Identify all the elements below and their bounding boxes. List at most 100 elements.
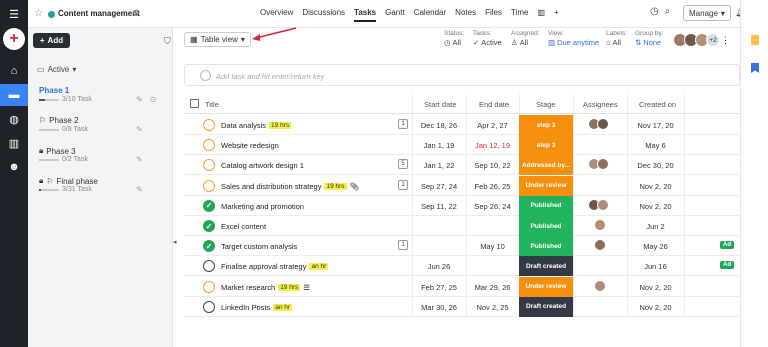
- tab-gantt[interactable]: Gantt: [385, 8, 405, 22]
- stage-badge[interactable]: Published: [519, 195, 573, 216]
- tab-time[interactable]: Time: [511, 8, 528, 22]
- table-row[interactable]: Website redesign Jan 1, 19 Jan 12, 19 step …: [184, 135, 740, 156]
- people-icon[interactable]: ☻: [0, 156, 28, 178]
- edit-icon[interactable]: ✎: [136, 155, 143, 164]
- assignee-avatars[interactable]: [588, 158, 609, 171]
- edit-icon[interactable]: ✎: [136, 95, 143, 104]
- reports-icon[interactable]: ▥: [0, 132, 28, 154]
- tab-discussions[interactable]: Discussions: [302, 8, 345, 22]
- task-name[interactable]: Excel content: [221, 222, 266, 231]
- stage-badge[interactable]: Under review: [519, 175, 573, 196]
- end-date[interactable]: Nov 2, 25: [466, 303, 519, 312]
- tab-tasks[interactable]: Tasks: [354, 8, 377, 22]
- stage-badge[interactable]: Published: [519, 216, 573, 236]
- task-name[interactable]: Sales and distribution strategy 19 hrs 📎︎: [221, 182, 359, 191]
- tab-files[interactable]: Files: [485, 8, 502, 22]
- column-end-date[interactable]: End date: [479, 100, 509, 109]
- table-row[interactable]: Catalog artwork design 1 5 Jan 1, 22 Sep 10…: [184, 155, 740, 176]
- start-date[interactable]: Feb 27, 25: [412, 283, 466, 292]
- table-row[interactable]: Market research 19 hrs ☰ Feb 27, 25 Mar 29, …: [184, 276, 740, 297]
- stage-badge[interactable]: step 3: [519, 115, 573, 135]
- start-date[interactable]: Jan 1, 19: [412, 141, 466, 150]
- member-avatars[interactable]: +2: [673, 33, 720, 47]
- view-filter[interactable]: View: ▥ Due anytime: [548, 30, 599, 47]
- bookmark-icon[interactable]: [751, 63, 759, 73]
- start-date[interactable]: Sep 11, 22: [412, 202, 466, 211]
- table-row[interactable]: ✓ Target custom analysis 1 May 10 Published M…: [184, 236, 740, 257]
- sidebar-item-phase-2[interactable]: ⚐ Phase 2 0/8 Task ✎: [28, 110, 173, 140]
- sticky-note-icon[interactable]: [751, 35, 759, 45]
- table-row[interactable]: LinkedIn Posts an hr Mar 30, 26 Nov 2, 25 Dr…: [184, 296, 740, 317]
- tab-notes[interactable]: Notes: [455, 8, 476, 22]
- collapse-sidebar-icon[interactable]: ◂: [173, 238, 178, 248]
- completed-icon[interactable]: ✓: [203, 240, 215, 253]
- start-date[interactable]: Jan 1, 22: [412, 161, 466, 170]
- sidebar-item-phase-1[interactable]: Phase 1 3/10 Task ✎ ⊙: [28, 80, 173, 110]
- info-icon[interactable]: ⊙: [150, 95, 157, 104]
- table-row[interactable]: Finalise approval strategy an hr Jun 26 Dra…: [184, 256, 740, 277]
- timer-icon[interactable]: ◷: [650, 6, 659, 17]
- globe-icon[interactable]: ◍: [0, 108, 28, 130]
- label-tag[interactable]: Ad: [720, 261, 734, 270]
- subtask-count[interactable]: 1: [398, 119, 408, 129]
- tab-overview[interactable]: Overview: [260, 8, 293, 22]
- start-date[interactable]: Sep 27, 24: [412, 182, 466, 191]
- status-circle-icon[interactable]: [203, 260, 215, 273]
- completed-icon[interactable]: ✓: [203, 199, 215, 212]
- column-title[interactable]: Title: [205, 100, 219, 109]
- project-title[interactable]: Content management: [58, 9, 140, 18]
- start-date[interactable]: Jun 26: [412, 262, 466, 271]
- column-assignees[interactable]: Assignees: [583, 100, 618, 109]
- more-options-icon[interactable]: ⋮: [721, 35, 730, 46]
- column-stage[interactable]: Stage: [536, 100, 556, 109]
- end-date[interactable]: May 10: [466, 242, 519, 251]
- task-name[interactable]: Target custom analysis: [221, 242, 297, 251]
- end-date[interactable]: Mar 29, 26: [466, 283, 519, 292]
- column-created-on[interactable]: Created on: [639, 100, 676, 109]
- stage-badge[interactable]: Published: [519, 236, 573, 257]
- status-circle-icon[interactable]: [203, 119, 215, 131]
- stage-badge[interactable]: Draft created: [519, 296, 573, 317]
- start-date[interactable]: Mar 30, 26: [412, 303, 466, 312]
- add-task-input[interactable]: Add task and hit enter/return key: [184, 64, 740, 86]
- add-tab-icon[interactable]: +: [554, 8, 559, 22]
- task-name[interactable]: Marketing and promotion: [221, 202, 304, 211]
- star-icon[interactable]: ☆: [34, 8, 43, 19]
- sidebar-item-final-phase[interactable]: 🔒︎ ⚐ Final phase 3/31 Task ✎: [28, 170, 173, 200]
- select-all-checkbox[interactable]: [190, 99, 199, 108]
- end-date[interactable]: Feb 26, 25: [466, 182, 519, 191]
- assignee-avatars[interactable]: [588, 198, 609, 211]
- end-date[interactable]: Sep 26, 24: [466, 202, 519, 211]
- task-name[interactable]: LinkedIn Posts an hr: [221, 303, 293, 312]
- labels-filter[interactable]: Labels: ⌂ All: [606, 30, 627, 47]
- table-row[interactable]: ✓ Excel content Published Jun 2: [184, 216, 740, 236]
- status-circle-icon[interactable]: [203, 139, 215, 152]
- sidebar-item-phase-3[interactable]: 🔒︎ Phase 3 0/2 Task ✎: [28, 140, 173, 170]
- tasks-filter[interactable]: Tasks: ✓ Active: [473, 30, 502, 47]
- gear-icon[interactable]: ⚙: [132, 8, 140, 19]
- status-filter[interactable]: Status: ◷ All: [444, 30, 464, 47]
- stage-badge[interactable]: Under review: [519, 276, 573, 297]
- add-button[interactable]: + Add: [33, 33, 70, 48]
- task-name[interactable]: Market research 19 hrs ☰: [221, 283, 310, 292]
- stage-badge[interactable]: Addressed by...: [519, 155, 573, 176]
- folder-icon[interactable]: ▬: [0, 84, 28, 106]
- task-name[interactable]: Catalog artwork design 1: [221, 161, 304, 170]
- task-name[interactable]: Data analysis 19 hrs: [221, 121, 292, 130]
- subtask-count[interactable]: 1: [398, 240, 408, 251]
- view-switcher-button[interactable]: ▦ Table view ▾: [184, 32, 251, 47]
- assignee-avatars[interactable]: [594, 279, 606, 292]
- completed-icon[interactable]: ✓: [203, 220, 215, 232]
- table-row[interactable]: Sales and distribution strategy 19 hrs 📎︎ 1…: [184, 175, 740, 196]
- active-filter-dropdown[interactable]: ▭ Active ▾: [37, 65, 76, 74]
- home-icon[interactable]: ⌂: [0, 60, 28, 82]
- menu-icon[interactable]: ☰: [0, 3, 28, 25]
- search-icon[interactable]: ⌕: [665, 6, 671, 17]
- label-tag[interactable]: Ad: [720, 241, 734, 250]
- assigned-filter[interactable]: Assigned: ♙ All: [511, 30, 540, 47]
- assignee-avatars[interactable]: [594, 239, 606, 252]
- group-by-filter[interactable]: Group by: ⇅ None: [635, 30, 664, 47]
- column-start-date[interactable]: Start date: [424, 100, 457, 109]
- edit-icon[interactable]: ✎: [136, 125, 143, 134]
- task-name[interactable]: Finalise approval strategy an hr: [221, 262, 329, 271]
